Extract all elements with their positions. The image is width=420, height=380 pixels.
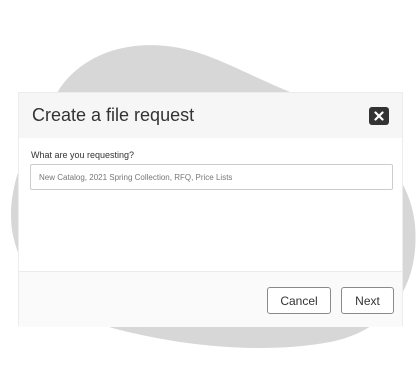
file-request-dialog: Create a file request What are you reque… (18, 92, 403, 327)
dialog-title: Create a file request (32, 105, 195, 125)
dialog-footer: Cancel Next (19, 271, 402, 327)
dialog-header: Create a file request (19, 93, 402, 138)
request-input[interactable] (30, 164, 393, 190)
close-button[interactable] (369, 107, 389, 125)
close-icon (374, 111, 384, 121)
stage: Create a file request What are you reque… (0, 0, 420, 380)
request-field-label: What are you requesting? (31, 150, 135, 160)
next-button[interactable]: Next (341, 287, 394, 314)
cancel-button[interactable]: Cancel (267, 287, 331, 314)
